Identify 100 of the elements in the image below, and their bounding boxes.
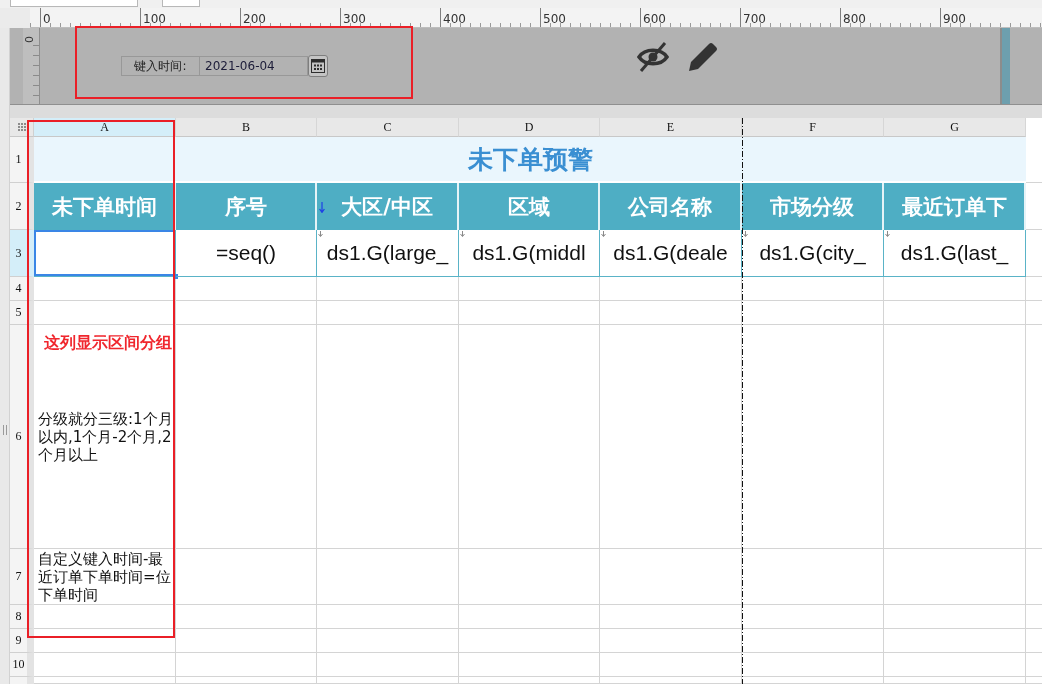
- date-field[interactable]: 2021-06-04: [200, 56, 308, 76]
- header-label: 市场分级: [770, 193, 854, 221]
- sheet-cell[interactable]: [884, 277, 1026, 301]
- sheet-cell[interactable]: [317, 605, 459, 629]
- sheet-cell[interactable]: [459, 605, 600, 629]
- row-header[interactable]: 4: [10, 277, 34, 301]
- row-header[interactable]: [10, 677, 34, 684]
- row-header[interactable]: 6: [10, 325, 34, 549]
- sheet-cell[interactable]: [34, 230, 176, 277]
- sheet-cell[interactable]: [600, 549, 742, 605]
- sheet-cell[interactable]: [176, 605, 317, 629]
- sheet-cell[interactable]: [34, 629, 176, 653]
- sheet-cell[interactable]: [34, 605, 176, 629]
- row-header[interactable]: 10: [10, 653, 34, 677]
- column-header[interactable]: D: [459, 118, 600, 137]
- sheet-cell[interactable]: ds1.G(city_: [742, 230, 884, 277]
- sheet-cell[interactable]: [459, 653, 600, 677]
- header-label: 序号: [224, 193, 267, 221]
- calendar-button[interactable]: [308, 55, 328, 77]
- sheet-cell[interactable]: [176, 549, 317, 605]
- row-header[interactable]: 5: [10, 301, 34, 325]
- sheet-cell[interactable]: [459, 277, 600, 301]
- sheet-cell[interactable]: [459, 629, 600, 653]
- sheet-cell[interactable]: [742, 277, 884, 301]
- sheet-cell[interactable]: [34, 301, 176, 325]
- sheet-cell[interactable]: ds1.G(deale: [600, 230, 742, 277]
- ruler-label: 700: [743, 12, 766, 26]
- sheet-cell[interactable]: [742, 325, 884, 549]
- sheet-cell[interactable]: [600, 653, 742, 677]
- sheet-cell[interactable]: [176, 277, 317, 301]
- header-label: 未下单时间: [51, 193, 157, 221]
- column-header[interactable]: E: [600, 118, 742, 137]
- sheet-cell[interactable]: [600, 277, 742, 301]
- font-field[interactable]: [10, 0, 138, 7]
- sheet-cell[interactable]: 这列显示区间分组 分级就分三级:1个月以内,1个月-2个月,2个月以上: [34, 325, 176, 549]
- eye-slash-icon[interactable]: [636, 42, 670, 72]
- sheet-cell[interactable]: [600, 677, 742, 684]
- column-header[interactable]: G: [884, 118, 1026, 137]
- sheet-cell[interactable]: [459, 549, 600, 605]
- ruler-label: 500: [543, 12, 566, 26]
- sheet-cell[interactable]: [176, 301, 317, 325]
- ruler-label: 800: [843, 12, 866, 26]
- sheet-cell[interactable]: [176, 629, 317, 653]
- column-header[interactable]: C: [317, 118, 459, 137]
- sheet-cell[interactable]: [317, 653, 459, 677]
- sheet-cell[interactable]: =seq(): [176, 230, 317, 277]
- splitter-grip-icon[interactable]: [3, 425, 7, 435]
- column-header[interactable]: F: [742, 118, 884, 137]
- header-label: 大区/中区: [341, 193, 433, 221]
- sheet-cell[interactable]: ds1.G(large_: [317, 230, 459, 277]
- sheet-cell[interactable]: [600, 301, 742, 325]
- cell-text: ds1.G(city_: [759, 241, 866, 265]
- sheet-cell[interactable]: [317, 549, 459, 605]
- row-header[interactable]: 3: [10, 230, 34, 277]
- sheet-cell[interactable]: [884, 629, 1026, 653]
- sheet-cell[interactable]: [34, 677, 176, 684]
- sheet-cell[interactable]: [176, 325, 317, 549]
- sheet-cell[interactable]: [742, 605, 884, 629]
- ruler-label: 0: [23, 36, 34, 43]
- sheet-cell[interactable]: [600, 325, 742, 549]
- sheet-cell[interactable]: [34, 653, 176, 677]
- row-header[interactable]: 9: [10, 629, 34, 653]
- cell-text: ds1.G(last_: [900, 241, 1009, 265]
- column-header[interactable]: B: [176, 118, 317, 137]
- pencil-icon[interactable]: [688, 42, 718, 72]
- sheet-cell[interactable]: [884, 549, 1026, 605]
- sheet-cell[interactable]: [459, 301, 600, 325]
- sheet-cell[interactable]: [34, 277, 176, 301]
- sheet-cell[interactable]: [600, 629, 742, 653]
- sheet-cell[interactable]: [884, 325, 1026, 549]
- sheet-cell[interactable]: [600, 605, 742, 629]
- sheet-cell[interactable]: [742, 677, 884, 684]
- sheet-cell[interactable]: [176, 677, 317, 684]
- row-header[interactable]: 8: [10, 605, 34, 629]
- sheet-cell[interactable]: [884, 605, 1026, 629]
- sheet-cell[interactable]: ds1.G(last_: [884, 230, 1026, 277]
- sheet-cell[interactable]: [742, 629, 884, 653]
- sheet-cell[interactable]: [317, 677, 459, 684]
- sheet-cell[interactable]: [884, 301, 1026, 325]
- sheet-cell[interactable]: [176, 653, 317, 677]
- sheet-cell[interactable]: [317, 325, 459, 549]
- sheet-cell[interactable]: [317, 277, 459, 301]
- sheet-cell[interactable]: [742, 301, 884, 325]
- ruler-label: 900: [943, 12, 966, 26]
- sheet-cell[interactable]: [884, 677, 1026, 684]
- select-all-button[interactable]: [10, 118, 34, 137]
- font-size-field[interactable]: [162, 0, 200, 7]
- annotation-text: 这列显示区间分组: [44, 333, 172, 353]
- row-header[interactable]: 1: [10, 137, 34, 183]
- parameter-label: 键入时间:: [121, 56, 200, 76]
- sheet-cell[interactable]: [317, 629, 459, 653]
- row-header[interactable]: 7: [10, 549, 34, 605]
- sheet-cell[interactable]: [459, 325, 600, 549]
- sheet-cell[interactable]: [742, 653, 884, 677]
- sheet-cell[interactable]: ds1.G(middl: [459, 230, 600, 277]
- sheet-cell[interactable]: [884, 653, 1026, 677]
- row-header[interactable]: 2: [10, 183, 34, 230]
- sheet-cell[interactable]: [742, 549, 884, 605]
- sheet-cell[interactable]: [317, 301, 459, 325]
- sheet-cell[interactable]: [459, 677, 600, 684]
